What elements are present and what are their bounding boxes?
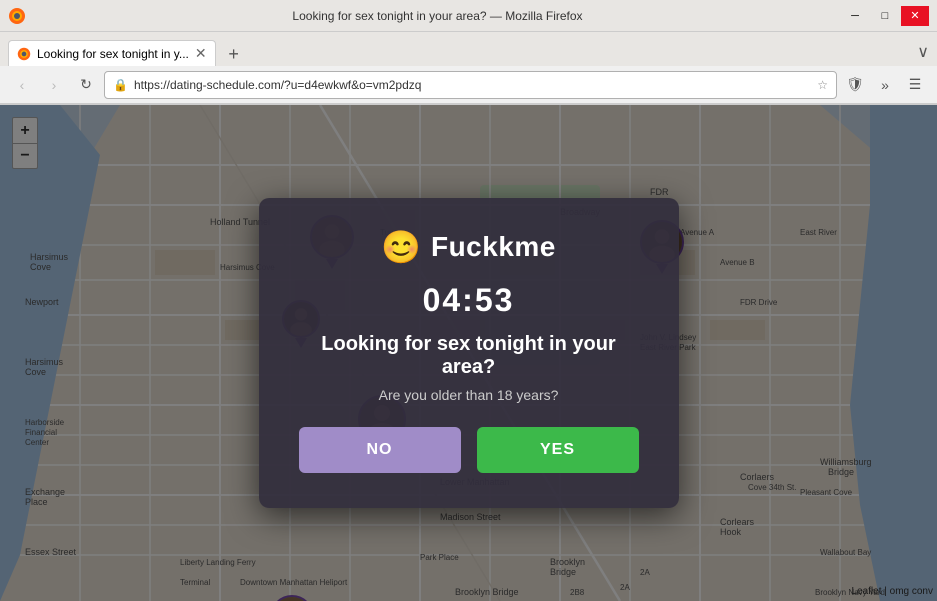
tab-favicon	[17, 47, 31, 61]
logo-icon: 😊	[381, 228, 421, 266]
window-title: Looking for sex tonight in your area? — …	[34, 9, 841, 23]
active-tab[interactable]: Looking for sex tonight in y... ✕	[8, 40, 216, 66]
maximize-button[interactable]: □	[871, 6, 899, 26]
modal-dialog: 😊 Fuckkme 04:53 Looking for sex tonight …	[259, 198, 679, 508]
modal-timer: 04:53	[299, 282, 639, 319]
close-button[interactable]: ✕	[901, 6, 929, 26]
tab-bar: Looking for sex tonight in y... ✕ + ∨	[0, 32, 937, 66]
toolbar: ‹ › ↻ 🔒 https://dating-schedule.com/?u=d…	[0, 66, 937, 104]
toolbar-right: 🛡 » ☰	[841, 71, 929, 99]
menu-button[interactable]: ☰	[901, 71, 929, 99]
window-controls: ─ □ ✕	[841, 6, 929, 26]
back-button[interactable]: ‹	[8, 71, 36, 99]
forward-button[interactable]: ›	[40, 71, 68, 99]
new-tab-button[interactable]: +	[220, 42, 248, 66]
address-bar[interactable]: 🔒 https://dating-schedule.com/?u=d4ewkwf…	[104, 71, 837, 99]
browser-chrome: Looking for sex tonight in your area? — …	[0, 0, 937, 105]
modal-logo: 😊 Fuckkme	[299, 228, 639, 266]
map-background: Harsimus Cove Newport Harsimus Cove Harb…	[0, 105, 937, 601]
yes-button[interactable]: YES	[477, 427, 639, 473]
page-content: Harsimus Cove Newport Harsimus Cove Harb…	[0, 105, 937, 601]
lock-icon: 🔒	[113, 78, 128, 92]
pocket-button[interactable]: 🛡	[841, 71, 869, 99]
modal-buttons: NO YES	[299, 427, 639, 473]
bookmark-star-icon[interactable]: ☆	[817, 78, 828, 92]
tab-close-icon[interactable]: ✕	[195, 45, 207, 62]
title-bar: Looking for sex tonight in your area? — …	[0, 0, 937, 32]
reload-button[interactable]: ↻	[72, 71, 100, 99]
logo-text: Fuckkme	[431, 231, 556, 263]
modal-overlay: 😊 Fuckkme 04:53 Looking for sex tonight …	[0, 105, 937, 601]
modal-title: Looking for sex tonight in your area?	[299, 333, 639, 379]
tab-title: Looking for sex tonight in y...	[37, 47, 189, 61]
no-button[interactable]: NO	[299, 427, 461, 473]
more-tools-button[interactable]: »	[871, 71, 899, 99]
minimize-button[interactable]: ─	[841, 6, 869, 26]
firefox-icon	[8, 7, 26, 25]
modal-subtitle: Are you older than 18 years?	[299, 387, 639, 403]
url-text: https://dating-schedule.com/?u=d4ewkwf&o…	[134, 78, 811, 92]
tab-overflow-button[interactable]: ∨	[909, 38, 937, 66]
